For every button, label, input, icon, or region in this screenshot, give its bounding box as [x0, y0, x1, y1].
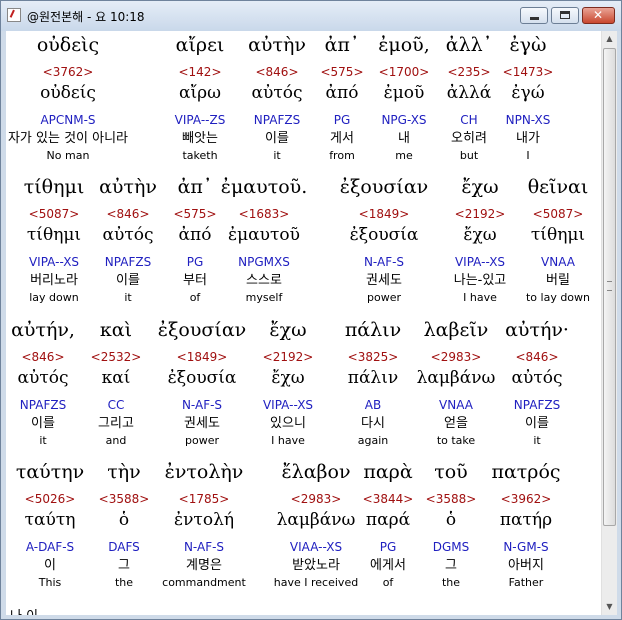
english-gloss: Father: [508, 576, 544, 589]
korean-gloss: 아버지: [508, 558, 544, 573]
morph-code: NPAFZS: [513, 398, 561, 412]
lemma-word: αὐτός: [511, 368, 563, 388]
english-gloss: it: [533, 434, 541, 447]
lemma-word: τίθημι: [530, 225, 586, 245]
greek-word: αὐτήν·: [505, 319, 569, 341]
morph-code: N-GM-S: [503, 540, 549, 554]
morph-code: NPN-XS: [505, 113, 551, 127]
english-gloss: I: [526, 149, 530, 162]
english-gloss: to lay down: [525, 291, 591, 304]
partial-next-line: 나 이: [10, 605, 38, 615]
greek-word: πατρός: [491, 461, 561, 483]
close-button[interactable]: [582, 7, 615, 24]
greek-word: ἐγὼ: [509, 34, 547, 56]
minimize-button[interactable]: [520, 7, 548, 24]
korean-gloss: 이를: [525, 416, 549, 431]
morph-code: VNAA: [541, 255, 575, 269]
scroll-up-arrow-icon[interactable]: ▲: [602, 31, 617, 47]
scroll-down-arrow-icon[interactable]: ▼: [602, 599, 617, 615]
lemma-word: πατήρ: [499, 510, 553, 530]
vertical-scrollbar[interactable]: ▲ ▼: [601, 31, 617, 615]
title-bar[interactable]: @원전본해 - 요 10:18: [1, 1, 621, 31]
strong-number: <5087>: [532, 207, 584, 221]
korean-gloss: 내가: [516, 131, 540, 146]
korean-gloss: 버릴: [546, 273, 570, 288]
strong-number: <3962>: [500, 492, 552, 506]
interlinear-view[interactable]: 나 이 οὐδεὶς<3762>οὐδείςAPCNM-S자가 있는 것이 아니…: [6, 31, 601, 615]
maximize-button[interactable]: [551, 7, 579, 24]
scroll-thumb[interactable]: [603, 48, 616, 526]
strong-number: <846>: [515, 350, 559, 364]
app-window: @원전본해 - 요 10:18 나 이 οὐδεὶς<3762>οὐδείςAP…: [0, 0, 622, 620]
window-title: @원전본해 - 요 10:18: [27, 10, 145, 24]
strong-number: <1473>: [502, 65, 554, 79]
app-icon[interactable]: [7, 8, 21, 22]
lemma-word: ἐγώ: [511, 83, 545, 103]
greek-word: θεῖναι: [527, 176, 589, 198]
